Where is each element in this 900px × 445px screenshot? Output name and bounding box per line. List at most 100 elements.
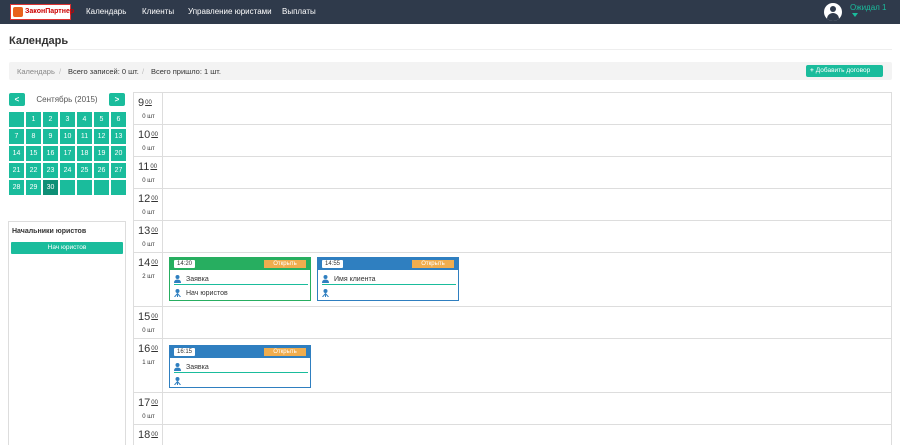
breadcrumb-calendar[interactable]: Календарь <box>17 67 55 76</box>
calendar-prev-button[interactable]: < <box>9 93 25 106</box>
breadcrumb: Календарь / Всего записей: 0 шт. / Всего… <box>9 62 892 80</box>
appointment-card[interactable]: 14:55 Открыть Имя клиента <box>317 257 459 301</box>
slot-count: 0 шт <box>142 210 155 216</box>
lawyer-icon <box>174 289 181 298</box>
calendar-day[interactable]: 12 <box>94 129 109 144</box>
slot-hour: 1700 <box>138 397 158 409</box>
calendar-day[interactable]: 1 <box>26 112 41 127</box>
calendar-day[interactable]: 22 <box>26 163 41 178</box>
time-slot-label: 900 0 шт <box>134 93 163 124</box>
top-navbar: ЗаконПартнер Календарь Клиенты Управлени… <box>0 0 900 24</box>
time-slot[interactable]: 1000 0 шт <box>134 124 891 156</box>
caret-down-icon[interactable] <box>852 13 858 17</box>
calendar-day[interactable]: 24 <box>60 163 75 178</box>
calendar-day[interactable]: 6 <box>111 112 126 127</box>
slot-minutes: 00 <box>151 400 158 406</box>
calendar-day[interactable]: 21 <box>9 163 24 178</box>
appointment-card[interactable]: 16:15 Открыть Заявка <box>169 345 311 388</box>
slot-count: 0 шт <box>142 178 155 184</box>
breadcrumb-total-came: Всего пришло: 1 шт. <box>151 67 221 76</box>
calendar-day[interactable]: 10 <box>60 129 75 144</box>
card-time: 14:55 <box>322 260 344 268</box>
nav-payouts[interactable]: Выплаты <box>282 7 316 17</box>
slot-hour-value: 10 <box>138 129 151 141</box>
calendar-day[interactable]: 27 <box>111 163 126 178</box>
card-open-button[interactable]: Открыть <box>412 260 454 268</box>
time-slot[interactable]: 900 0 шт <box>134 92 891 124</box>
calendar-day[interactable]: 18 <box>77 146 92 161</box>
card-lawyer-row <box>174 374 308 387</box>
calendar-day[interactable]: 19 <box>94 146 109 161</box>
time-slot[interactable]: 1800 <box>134 424 891 445</box>
slot-hour: 1500 <box>138 311 158 323</box>
slot-minutes: 00 <box>151 346 158 352</box>
logo-mark-icon <box>13 7 23 17</box>
card-client-row: Имя клиента <box>322 272 456 285</box>
time-slot[interactable]: 1300 0 шт <box>134 220 891 252</box>
time-slot-label: 1400 2 шт <box>134 253 163 306</box>
card-client-name: Заявка <box>186 276 209 283</box>
slot-hour-value: 11 <box>138 161 150 173</box>
calendar-day[interactable]: 11 <box>77 129 92 144</box>
head-lawyers-button[interactable]: Нач юристов <box>11 242 123 254</box>
logo[interactable]: ЗаконПартнер <box>10 4 74 20</box>
calendar-day[interactable]: 4 <box>77 112 92 127</box>
calendar-day[interactable]: 8 <box>26 129 41 144</box>
slot-hour: 1200 <box>138 193 158 205</box>
calendar-day[interactable]: 23 <box>43 163 58 178</box>
appointment-card[interactable]: 14:20 Открыть Заявка Нач юристов <box>169 257 311 301</box>
add-contract-button[interactable]: + Добавить договор <box>806 65 883 77</box>
time-slot-label: 1100 0 шт <box>134 157 163 188</box>
slot-hour-value: 12 <box>138 193 151 205</box>
time-slot[interactable]: 1100 0 шт <box>134 156 891 188</box>
slot-hour-value: 18 <box>138 429 151 441</box>
user-name[interactable]: Ожидал 1 <box>850 3 887 12</box>
breadcrumb-separator: / <box>142 67 145 76</box>
card-time: 16:15 <box>174 348 196 356</box>
calendar-day[interactable]: 29 <box>26 180 41 195</box>
calendar-day[interactable]: 16 <box>43 146 58 161</box>
plus-icon: + <box>810 67 814 74</box>
calendar-day[interactable]: 15 <box>26 146 41 161</box>
avatar-icon[interactable] <box>824 3 842 21</box>
card-client-row: Заявка <box>174 360 308 373</box>
slot-minutes: 00 <box>151 432 158 438</box>
time-slot[interactable]: 1200 0 шт <box>134 188 891 220</box>
calendar-day[interactable]: 26 <box>94 163 109 178</box>
time-slot-label: 1500 0 шт <box>134 307 163 338</box>
calendar-next-button[interactable]: > <box>109 93 125 106</box>
time-slot[interactable]: 1500 0 шт <box>134 306 891 338</box>
nav-lawyers-management[interactable]: Управление юристами <box>188 7 272 17</box>
calendar-day[interactable]: 28 <box>9 180 24 195</box>
calendar-day[interactable]: 9 <box>43 129 58 144</box>
nav-clients[interactable]: Клиенты <box>142 7 174 17</box>
time-slot[interactable]: 1700 0 шт <box>134 392 891 424</box>
calendar-day[interactable]: 2 <box>43 112 58 127</box>
time-slot-label: 1200 0 шт <box>134 189 163 220</box>
calendar-day[interactable]: 30 <box>43 180 58 195</box>
calendar-day[interactable]: 20 <box>111 146 126 161</box>
calendar-day[interactable]: 7 <box>9 129 24 144</box>
slot-hour: 1100 <box>138 161 157 173</box>
calendar-day[interactable]: 14 <box>9 146 24 161</box>
slot-hour-value: 16 <box>138 343 151 355</box>
nav-calendar[interactable]: Календарь <box>86 7 126 17</box>
slot-hour: 900 <box>138 97 152 109</box>
slot-hour-value: 17 <box>138 397 151 409</box>
calendar-day[interactable]: 5 <box>94 112 109 127</box>
card-open-button[interactable]: Открыть <box>264 260 306 268</box>
slot-hour-value: 9 <box>138 97 145 109</box>
calendar-day[interactable]: 17 <box>60 146 75 161</box>
calendar-day[interactable]: 25 <box>77 163 92 178</box>
slot-hour-value: 13 <box>138 225 151 237</box>
calendar-month-title: Сентябрь (2015) <box>36 95 98 104</box>
card-open-button[interactable]: Открыть <box>264 348 306 356</box>
card-lawyer-row <box>322 286 456 299</box>
calendar-day[interactable]: 3 <box>60 112 75 127</box>
calendar-day[interactable]: 13 <box>111 129 126 144</box>
slot-minutes: 00 <box>145 100 152 106</box>
user-icon <box>174 363 181 371</box>
slot-hour: 1400 <box>138 257 158 269</box>
slot-hour: 1800 <box>138 429 158 441</box>
calendar-day-empty <box>77 180 92 195</box>
